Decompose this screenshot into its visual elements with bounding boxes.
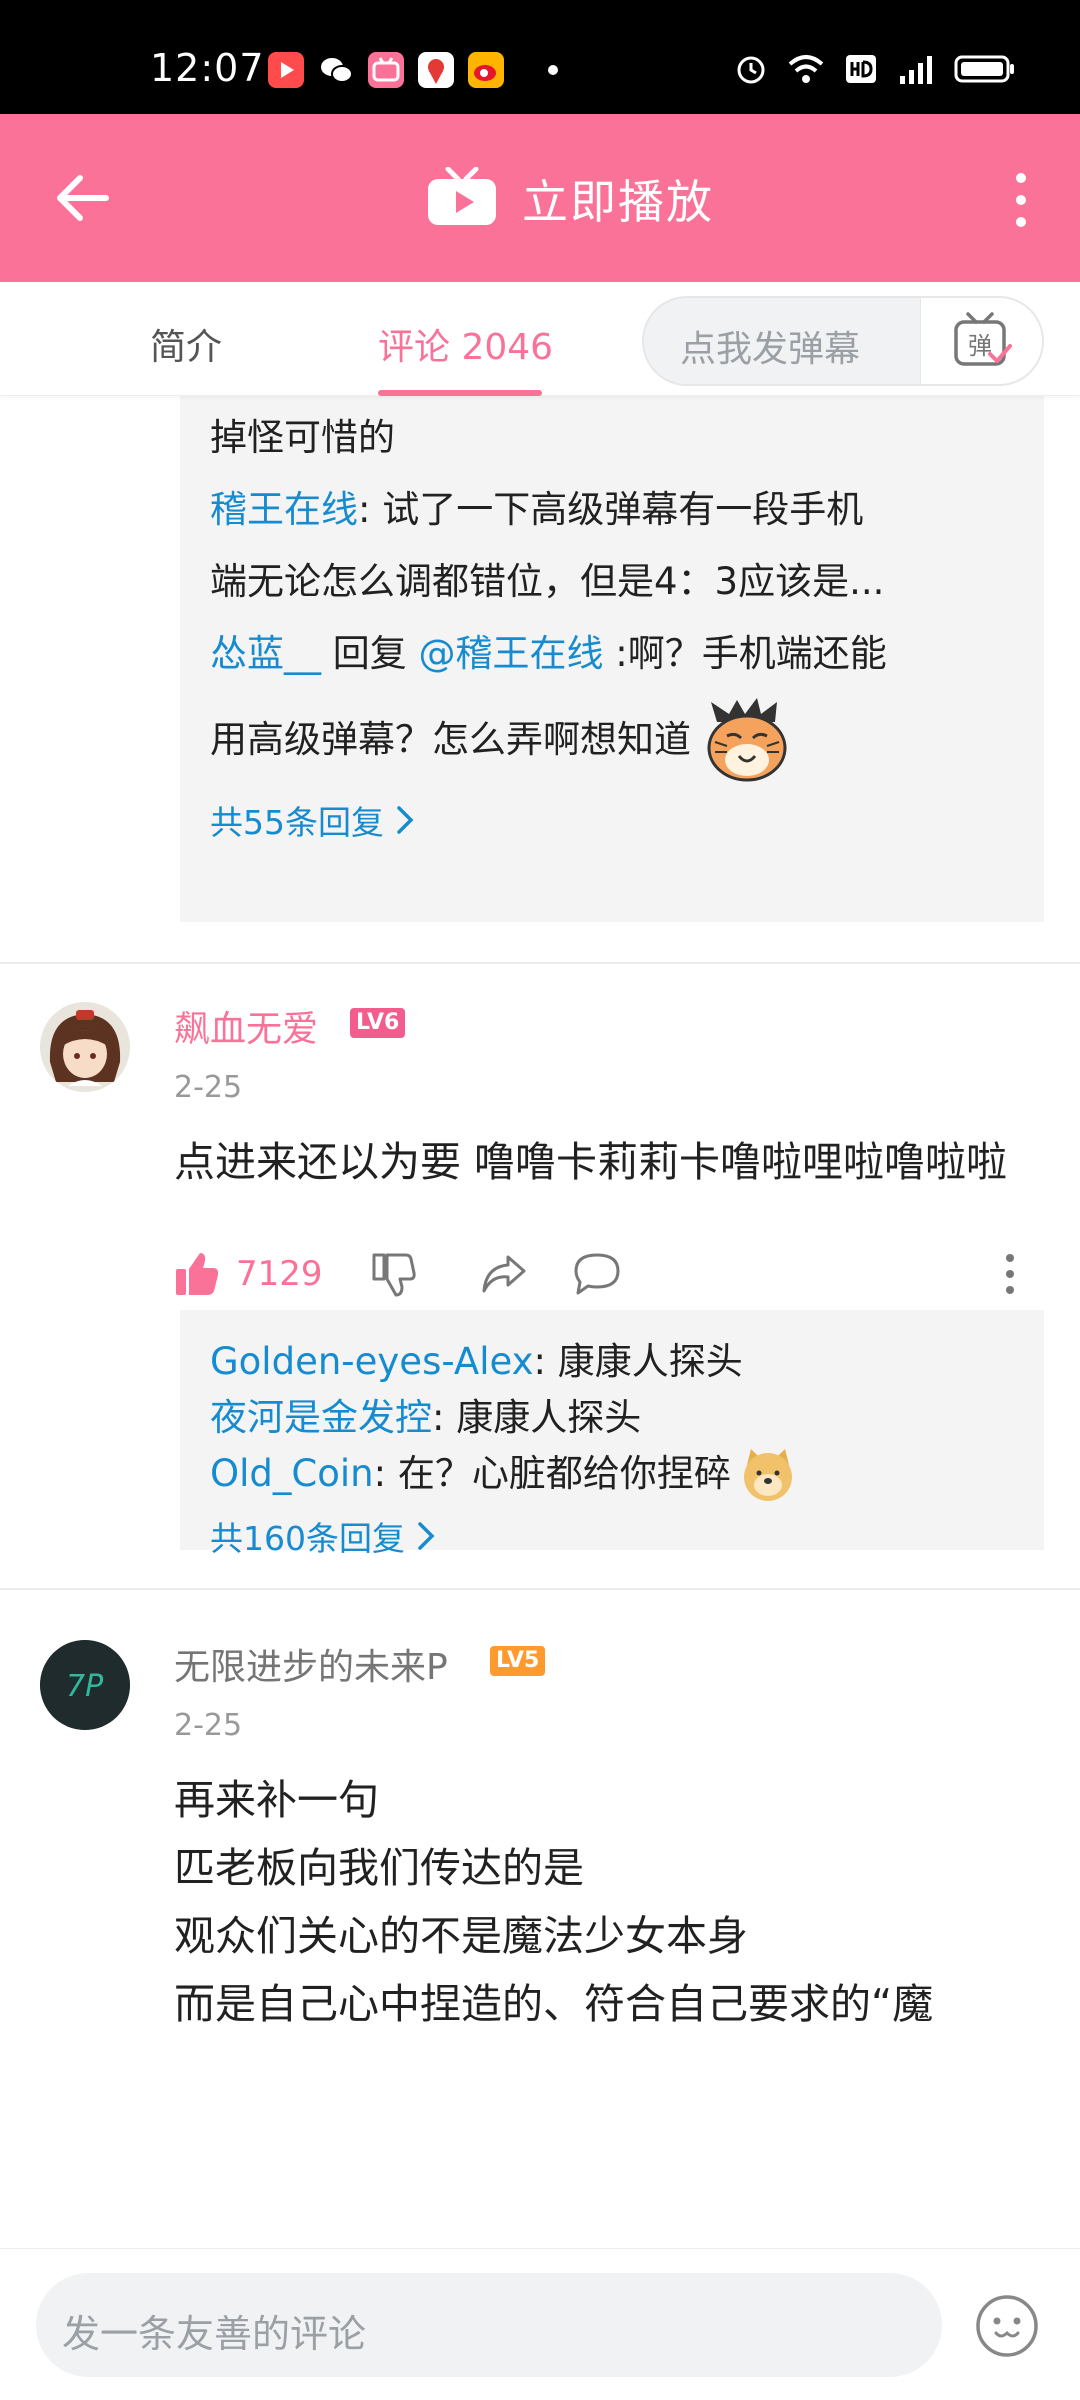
reply-item[interactable]: 稽王在线: 试了一下高级弹幕有一段手机	[210, 474, 1014, 546]
status-time: 12:07	[150, 46, 265, 90]
reply-connector: 回复	[321, 632, 419, 675]
comment-more-button[interactable]	[1004, 1246, 1016, 1302]
comment-text: 再来补一句 匹老板向我们传达的是 观众们关心的不是魔法少女本身 而是自己心中捏造…	[174, 1766, 1054, 2038]
share-button[interactable]	[480, 1246, 528, 1302]
comment-bubble-icon	[574, 1253, 620, 1295]
chevron-right-icon	[418, 1522, 435, 1550]
weibo-icon	[468, 52, 504, 88]
back-arrow-icon[interactable]	[54, 172, 110, 224]
comments-list[interactable]: 掉怪可惜的 稽王在线: 试了一下高级弹幕有一段手机 端无论怎么调都错位，但是4：…	[0, 396, 1080, 2248]
danmaku-tv-icon: 弹	[953, 312, 1012, 366]
danmaku-placeholder: 点我发弹幕	[680, 329, 861, 370]
share-icon	[482, 1255, 526, 1293]
comment-actions: 7129	[174, 1246, 1034, 1306]
battery-icon	[954, 52, 1016, 86]
comment-date: 2-25	[174, 1708, 243, 1743]
reply-preview-box[interactable]: 掉怪可惜的 稽王在线: 试了一下高级弹幕有一段手机 端无论怎么调都错位，但是4：…	[180, 396, 1044, 922]
reply-item[interactable]: 怂蓝__ 回复 @稽王在线 :啊？手机端还能	[210, 618, 1014, 690]
comment-username[interactable]: 无限进步的未来P	[174, 1638, 448, 1690]
comment-item: 7P 无限进步的未来P LV5 2-25 再来补一句 匹老板向我们传达的是 观众…	[0, 1590, 1080, 2248]
bilibili-icon	[368, 52, 404, 88]
comment-date: 2-25	[174, 1070, 243, 1105]
reply-item: 用高级弹幕？怎么弄啊想知道	[210, 690, 1014, 790]
hd-icon	[844, 52, 878, 86]
thumbs-down-icon	[372, 1253, 416, 1297]
view-replies-link[interactable]: 共160条回复	[210, 1512, 1014, 1560]
tv-play-icon	[426, 166, 498, 231]
reply-item[interactable]: 夜河是金发控: 康康人探头	[210, 1386, 1014, 1450]
emoji-face-icon	[976, 2295, 1038, 2357]
reply-text: :啊？手机端还能	[603, 632, 887, 675]
comment-line: 观众们关心的不是魔法少女本身	[174, 1912, 748, 1960]
reply-item[interactable]: Old_Coin: 在？心脏都给你捏碎	[210, 1442, 1014, 1506]
active-tab-indicator	[378, 390, 542, 396]
comment-compose-bar: 发一条友善的评论	[0, 2248, 1080, 2400]
tab-comments[interactable]: 评论 2046	[378, 318, 553, 370]
reply-text: 掉怪可惜的	[210, 416, 395, 459]
emoji-button[interactable]	[974, 2293, 1040, 2359]
reply-username[interactable]: 稽王在线	[210, 488, 358, 531]
reply-username[interactable]: Old_Coin	[210, 1442, 374, 1506]
comment-line: 再来补一句	[174, 1776, 379, 1824]
reply-mention[interactable]: @稽王在线	[419, 632, 604, 675]
reply-item[interactable]: Golden-eyes-Alex: 康康人探头	[210, 1330, 1014, 1394]
reply-username[interactable]: 怂蓝__	[210, 632, 321, 675]
avatar-text: 7P	[66, 1669, 104, 1704]
more-vertical-icon[interactable]	[1012, 172, 1030, 228]
tab-bar: 简介 评论 2046 点我发弹幕 弹	[0, 282, 1080, 396]
view-replies-link[interactable]: 共55条回复	[210, 796, 1014, 844]
reply-button[interactable]	[572, 1246, 622, 1302]
avatar[interactable]	[40, 1002, 130, 1092]
reply-text: : 康康人探头	[533, 1340, 743, 1383]
signal-5g-icon	[896, 52, 936, 86]
more-notifications-dot	[548, 65, 558, 75]
comment-username[interactable]: 飙血无爱	[174, 1000, 318, 1052]
avatar[interactable]: 7P	[40, 1640, 130, 1730]
comment-line: 而是自己心中捏造的、符合自己要求的“魔	[174, 1980, 934, 2028]
doge-sticker-icon	[739, 1445, 797, 1503]
play-now-button[interactable]: 立即播放	[426, 166, 714, 232]
system-icons	[734, 52, 1016, 86]
reply-text: : 在？心脏都给你捏碎	[373, 1452, 731, 1495]
view-replies-text: 共55条回复	[210, 803, 384, 842]
more-vertical-icon	[1006, 1254, 1014, 1294]
reply-text: : 试了一下高级弹幕有一段手机	[358, 488, 864, 531]
reply-username[interactable]: Golden-eyes-Alex	[210, 1340, 533, 1383]
danmaku-input[interactable]: 点我发弹幕 弹	[642, 296, 1044, 386]
comment-text: 点进来还以为要 噜噜卡莉莉卡噜啦哩啦噜啦啦	[174, 1138, 1008, 1186]
reply-username[interactable]: 夜河是金发控	[210, 1396, 432, 1439]
map-app-icon	[418, 52, 454, 88]
thumbs-up-icon	[176, 1253, 219, 1295]
reply-text: 端无论怎么调都错位，但是4：3应该是...	[210, 560, 885, 603]
dislike-button[interactable]	[370, 1246, 416, 1302]
reply-preview-box[interactable]: Golden-eyes-Alex: 康康人探头 夜河是金发控: 康康人探头 Ol…	[180, 1310, 1044, 1558]
tiger-sticker-icon	[699, 692, 795, 788]
video-app-icon	[268, 52, 304, 88]
status-bar: 12:07	[0, 0, 1080, 114]
like-count: 7129	[236, 1254, 323, 1294]
view-replies-text: 共160条回复	[210, 1519, 405, 1558]
reply-text: : 康康人探头	[432, 1396, 642, 1439]
like-button[interactable]: 7129	[174, 1246, 323, 1302]
comment-input[interactable]: 发一条友善的评论	[36, 2273, 942, 2377]
comment-input-placeholder: 发一条友善的评论	[62, 2312, 367, 2356]
wechat-icon	[318, 52, 354, 88]
level-badge: LV5	[490, 1646, 546, 1676]
chevron-right-icon	[397, 806, 414, 834]
level-badge: LV6	[350, 1008, 406, 1038]
top-app-bar: 立即播放	[0, 114, 1080, 282]
comment-line: 匹老板向我们传达的是	[174, 1844, 584, 1892]
wifi-icon	[786, 52, 826, 86]
danmaku-toggle-button[interactable]: 弹	[920, 298, 1042, 384]
danmaku-button-label: 弹	[968, 332, 992, 360]
tab-intro[interactable]: 简介	[150, 318, 222, 370]
app-bar-title: 立即播放	[522, 175, 714, 229]
alarm-icon	[734, 52, 768, 86]
reply-text: 用高级弹幕？怎么弄啊想知道	[210, 718, 691, 761]
notification-icons	[268, 52, 558, 88]
